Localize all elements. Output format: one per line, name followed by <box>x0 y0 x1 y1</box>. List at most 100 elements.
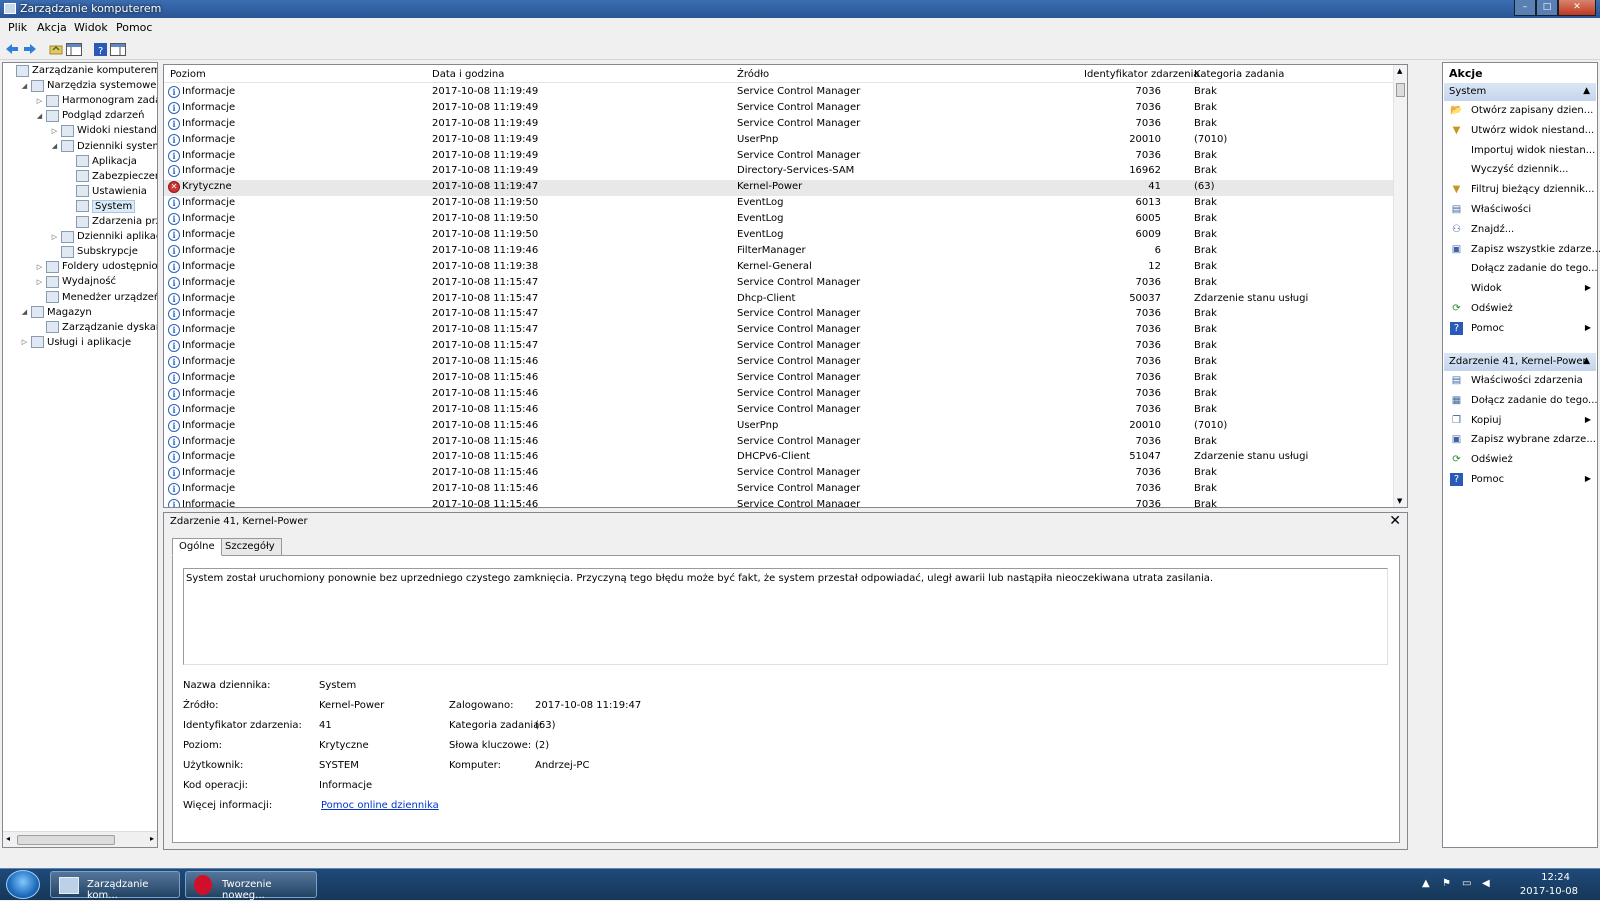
col-header-task-category[interactable]: Kategoria zadania <box>1194 69 1284 80</box>
table-row[interactable]: i Informacje 2017-10-08 11:15:46 Service Co… <box>164 371 1395 387</box>
expand-arrow-icon[interactable]: ◢ <box>20 308 29 316</box>
detail-close-icon[interactable]: ✕ <box>1389 513 1401 529</box>
tree-node[interactable]: Zabezpieczenia <box>65 169 157 184</box>
tree-horizontal-scrollbar[interactable]: ◂ ▸ <box>3 831 157 847</box>
action-item[interactable]: ⚇ Znajdź... <box>1443 221 1597 240</box>
col-header-source[interactable]: Źródło <box>737 69 769 80</box>
menu-help[interactable]: Pomoc <box>116 21 152 34</box>
tree-node[interactable]: ▷ Foldery udostępnione <box>35 259 157 274</box>
table-row[interactable]: i Informacje 2017-10-08 11:15:46 Service Co… <box>164 355 1395 371</box>
tree-node[interactable]: ◢ Narzędzia systemowe <box>20 78 156 93</box>
table-row[interactable]: i Informacje 2017-10-08 11:19:50 EventLog Br… <box>164 196 1395 212</box>
tree-node[interactable]: ▷ Wydajność <box>35 274 116 289</box>
col-header-event-id[interactable]: Identyfikator zdarzenia <box>1084 69 1199 80</box>
action-item[interactable]: ? Pomoc ▶ <box>1443 320 1597 339</box>
tree-node[interactable]: ▷ Widoki niestandardo <box>50 123 157 138</box>
scroll-right-icon[interactable]: ▸ <box>150 834 154 843</box>
volume-icon[interactable]: ◀ <box>1482 878 1490 889</box>
expand-arrow-icon[interactable]: ▷ <box>50 127 59 135</box>
expand-arrow-icon[interactable]: ◢ <box>35 112 44 120</box>
action-item[interactable]: Importuj widok niestan... <box>1443 142 1597 161</box>
action-item[interactable]: ▤ Właściwości <box>1443 201 1597 220</box>
show-hide-actions-button[interactable] <box>110 41 126 57</box>
action-item[interactable]: ▣ Zapisz wybrane zdarze... <box>1443 431 1597 450</box>
tree-node[interactable]: ▷ Dzienniki aplikacji i u <box>50 229 157 244</box>
scroll-down-icon[interactable]: ▼ <box>1397 497 1402 505</box>
collapse-icon[interactable]: ▲ <box>1583 86 1590 96</box>
table-row[interactable]: i Informacje 2017-10-08 11:15:46 Service Co… <box>164 498 1395 507</box>
taskbar-item-opera[interactable]: Tworzenie noweg... <box>185 871 317 901</box>
scroll-thumb[interactable] <box>17 835 115 845</box>
menu-action[interactable]: Akcja <box>37 21 67 34</box>
table-row[interactable]: i Informacje 2017-10-08 11:15:47 Service Co… <box>164 323 1395 339</box>
table-row[interactable]: i Informacje 2017-10-08 11:15:46 Service Co… <box>164 435 1395 451</box>
table-row[interactable]: i Informacje 2017-10-08 11:19:49 Service Co… <box>164 149 1395 165</box>
table-row[interactable]: i Informacje 2017-10-08 11:19:38 Kernel-Gen… <box>164 260 1395 276</box>
actions-section-system[interactable]: System ▲ <box>1444 83 1596 101</box>
table-row[interactable]: i Informacje 2017-10-08 11:15:46 UserPnp (70… <box>164 419 1395 435</box>
clock-date[interactable]: 2017-10-08 <box>1520 886 1578 897</box>
table-row[interactable]: i Informacje 2017-10-08 11:15:47 Service Co… <box>164 307 1395 323</box>
event-description[interactable]: System został uruchomiony ponownie bez u… <box>183 568 1388 665</box>
menu-view[interactable]: Widok <box>74 21 108 34</box>
action-item[interactable]: ▼ Filtruj bieżący dziennik... <box>1443 181 1597 200</box>
action-item[interactable]: ▼ Utwórz widok niestand... <box>1443 122 1597 141</box>
up-folder-button[interactable] <box>48 41 64 57</box>
action-item[interactable]: 📂 Otwórz zapisany dzien... <box>1443 102 1597 121</box>
event-list-vertical-scrollbar[interactable]: ▲ ▼ <box>1393 65 1407 507</box>
show-hide-tree-button[interactable] <box>66 41 82 57</box>
maximize-button[interactable]: □ <box>1536 0 1558 16</box>
scroll-thumb[interactable] <box>1396 83 1405 97</box>
table-row[interactable]: i Informacje 2017-10-08 11:15:47 Service Co… <box>164 276 1395 292</box>
table-row[interactable]: i Informacje 2017-10-08 11:15:47 Dhcp-Clien… <box>164 292 1395 308</box>
tree-node[interactable]: ◢ Magazyn <box>20 305 92 320</box>
forward-button[interactable] <box>22 41 38 57</box>
action-item[interactable]: Wyczyść dziennik... <box>1443 161 1597 180</box>
col-header-level[interactable]: Poziom <box>170 69 206 80</box>
action-item[interactable]: ▣ Zapisz wszystkie zdarze... <box>1443 241 1600 260</box>
table-row[interactable]: i Informacje 2017-10-08 11:19:49 Service Co… <box>164 101 1395 117</box>
action-item[interactable]: ❐ Kopiuj ▶ <box>1443 412 1597 431</box>
table-row[interactable]: i Informacje 2017-10-08 11:19:50 EventLog Br… <box>164 212 1395 228</box>
col-header-date[interactable]: Data i godzina <box>432 69 504 80</box>
tree-node[interactable]: Subskrypcje <box>50 244 138 259</box>
close-button[interactable]: ✕ <box>1558 0 1596 16</box>
back-button[interactable] <box>4 41 20 57</box>
online-help-link[interactable]: Pomoc online dziennika <box>321 800 439 811</box>
tree-node[interactable]: System <box>65 199 136 214</box>
table-row[interactable]: i Informacje 2017-10-08 11:19:49 Service Co… <box>164 117 1395 133</box>
table-row[interactable]: i Informacje 2017-10-08 11:15:46 Service Co… <box>164 466 1395 482</box>
table-row[interactable]: i Informacje 2017-10-08 11:19:46 FilterMana… <box>164 244 1395 260</box>
action-item[interactable]: Widok ▶ <box>1443 280 1597 299</box>
tree-node[interactable]: Ustawienia <box>65 184 147 199</box>
action-center-flag-icon[interactable]: ⚑ <box>1442 878 1451 889</box>
network-icon[interactable]: ▭ <box>1462 878 1471 889</box>
table-row[interactable]: i Informacje 2017-10-08 11:15:46 Service Co… <box>164 482 1395 498</box>
table-row[interactable]: i Informacje 2017-10-08 11:19:49 Service Co… <box>164 85 1395 101</box>
expand-arrow-icon[interactable]: ▷ <box>35 263 44 271</box>
action-item[interactable]: ▤ Właściwości zdarzenia <box>1443 372 1597 391</box>
expand-arrow-icon[interactable]: ▷ <box>35 278 44 286</box>
tree-node[interactable]: Zdarzenia przesy <box>65 214 157 229</box>
show-hidden-icons-icon[interactable]: ▲ <box>1422 878 1430 889</box>
table-row[interactable]: i Informacje 2017-10-08 11:15:46 Service Co… <box>164 403 1395 419</box>
action-item[interactable]: ? Pomoc ▶ <box>1443 471 1597 490</box>
table-row[interactable]: i Informacje 2017-10-08 11:19:49 UserPnp (70… <box>164 133 1395 149</box>
taskbar-item-computer-management[interactable]: Zarządzanie kom... <box>50 871 180 901</box>
start-button[interactable] <box>6 870 40 899</box>
scroll-up-icon[interactable]: ▲ <box>1397 67 1402 75</box>
table-row[interactable]: ✕ Krytyczne 2017-10-08 11:19:47 Kernel-Powe… <box>164 180 1395 197</box>
table-row[interactable]: i Informacje 2017-10-08 11:19:49 Directory-… <box>164 164 1395 180</box>
collapse-icon[interactable]: ▲ <box>1583 356 1590 366</box>
action-item[interactable]: ▦ Dołącz zadanie do tego... <box>1443 392 1598 411</box>
menu-file[interactable]: Plik <box>8 21 27 34</box>
table-row[interactable]: i Informacje 2017-10-08 11:15:47 Service Co… <box>164 339 1395 355</box>
tree-node[interactable]: ▷ Usługi i aplikacje <box>20 335 131 350</box>
scroll-left-icon[interactable]: ◂ <box>6 834 10 843</box>
tab-details[interactable]: Szczegóły <box>218 538 282 556</box>
tree-node[interactable]: ◢ Podgląd zdarzeń <box>35 108 145 123</box>
table-row[interactable]: i Informacje 2017-10-08 11:15:46 Service Co… <box>164 387 1395 403</box>
action-item[interactable]: ⟳ Odśwież <box>1443 451 1597 470</box>
clock-time[interactable]: 12:24 <box>1541 872 1570 883</box>
tree-node[interactable]: ▷ Harmonogram zadań <box>35 93 157 108</box>
